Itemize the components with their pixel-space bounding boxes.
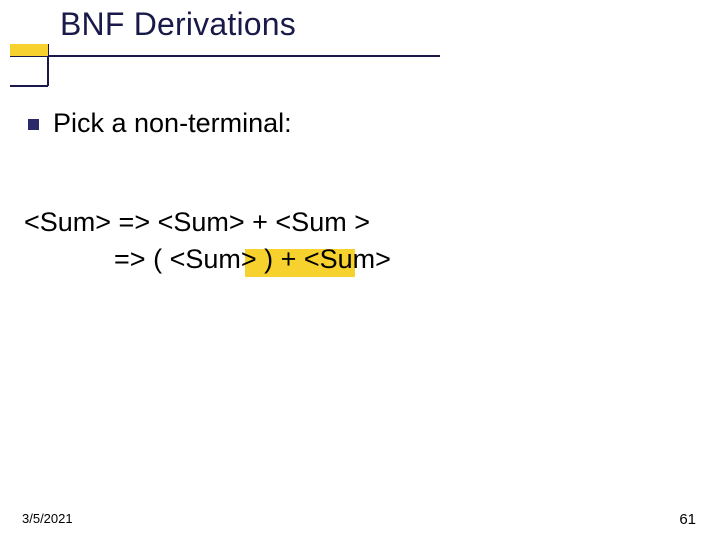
bullet-text: Pick a non-terminal: [53,108,292,139]
derivation-line-2: => ( <Sum> ) + <Sum> [24,244,391,275]
slide-title-wrap: BNF Derivations [60,6,296,43]
footer-page-number: 61 [679,511,696,528]
derivation-line-1: <Sum> => <Sum> + <Sum > [24,202,370,243]
title-accent-block [10,44,48,56]
footer-date: 3/5/2021 [22,511,73,526]
derivation-highlighted-term: <Sum> [170,244,257,274]
slide-title: BNF Derivations [60,6,296,42]
derivation-text-2b: ) + <Sum> [257,244,391,274]
derivation-indent [24,244,114,274]
title-rule-short [10,85,48,87]
slide: BNF Derivations Pick a non-terminal: <Su… [0,0,720,540]
derivation-text-1: <Sum> => <Sum> + <Sum > [24,207,370,237]
title-rule-horizontal [10,55,440,57]
bullet-square-icon [28,119,39,130]
bullet-item: Pick a non-terminal: [28,108,292,139]
derivation-text-2a: => ( [114,244,170,274]
